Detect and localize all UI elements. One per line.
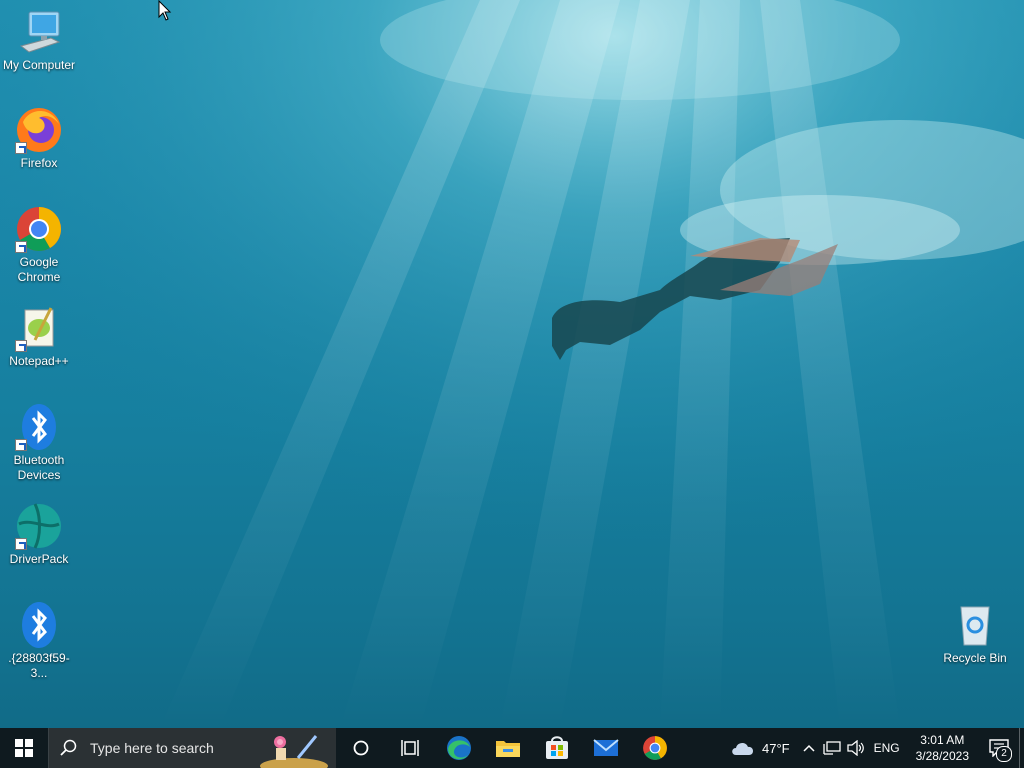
cortana-button[interactable] — [336, 728, 385, 768]
firefox-icon — [15, 106, 63, 154]
clock[interactable]: 3:01 AM 3/28/2023 — [906, 732, 979, 764]
recycle-bin-icon — [951, 601, 999, 649]
taskbar-search-box[interactable]: Type here to search — [48, 728, 336, 768]
desktop-icon-recycle-bin[interactable]: Recycle Bin — [937, 601, 1013, 666]
clock-time: 3:01 AM — [920, 733, 965, 747]
weather-widget[interactable]: 47°F — [730, 739, 790, 757]
chrome-icon — [642, 736, 667, 760]
shortcut-arrow-icon — [15, 340, 27, 352]
task-view-icon — [400, 740, 419, 756]
desktop-icon-label: Firefox — [20, 156, 58, 170]
taskbar-file-explorer-button[interactable] — [483, 728, 532, 768]
taskbar-mail-button[interactable] — [581, 728, 630, 768]
notification-count-badge: 2 — [996, 746, 1012, 762]
network-button[interactable] — [820, 740, 844, 756]
cortana-icon — [353, 740, 368, 756]
desktop-icon-label: .{28803f59-3... — [8, 651, 70, 680]
show-hidden-icons-button[interactable] — [798, 744, 820, 752]
underwater-wallpaper-art — [0, 0, 1024, 728]
shortcut-arrow-icon — [15, 241, 27, 253]
clock-date: 3/28/2023 — [915, 749, 969, 763]
shortcut-arrow-icon — [15, 142, 27, 154]
desktop-icon-label: Google Chrome — [17, 255, 61, 284]
show-desktop-button[interactable] — [1019, 728, 1024, 768]
mail-icon — [592, 739, 619, 756]
bluetooth-icon — [15, 601, 63, 649]
shortcut-arrow-icon — [15, 538, 27, 550]
shortcut-arrow-icon — [15, 439, 27, 451]
taskbar-chrome-button[interactable] — [630, 728, 679, 768]
taskbar-edge-button[interactable] — [434, 728, 483, 768]
search-highlight-illustration-icon — [260, 735, 328, 768]
desktop-wallpaper — [0, 0, 1024, 728]
weather-temperature: 47°F — [761, 740, 790, 756]
edge-icon — [446, 736, 471, 760]
search-placeholder: Type here to search — [90, 740, 214, 756]
desktop-icon-label: Notepad++ — [9, 354, 69, 368]
desktop-icon-firefox[interactable]: Firefox — [1, 106, 77, 171]
task-view-button[interactable] — [385, 728, 434, 768]
mouse-cursor-icon — [158, 0, 172, 21]
volume-button[interactable] — [844, 740, 868, 756]
desktop-icon-bluetooth-devices[interactable]: Bluetooth Devices — [1, 403, 77, 483]
taskbar-store-button[interactable] — [532, 728, 581, 768]
input-language-indicator[interactable]: ENG — [868, 741, 906, 755]
desktop-icon-my-computer[interactable]: My Computer — [1, 8, 77, 73]
windows-logo-icon — [15, 739, 33, 757]
start-button[interactable] — [0, 728, 48, 768]
taskbar: Type here to search 47°F ENG 3:01 AM 3/2… — [0, 728, 1024, 768]
file-explorer-icon — [495, 741, 520, 757]
system-tray: 47°F ENG 3:01 AM 3/28/2023 2 — [730, 728, 1024, 768]
bluetooth-icon — [15, 403, 63, 451]
search-icon — [60, 739, 77, 756]
desktop-icon-label: Recycle Bin — [943, 651, 1007, 665]
desktop-icon-label: Bluetooth Devices — [13, 453, 65, 482]
network-icon — [822, 741, 841, 755]
chevron-up-icon — [803, 744, 815, 752]
chrome-icon — [15, 205, 63, 253]
desktop-icon-driverpack[interactable]: DriverPack — [1, 502, 77, 567]
desktop-icon-google-chrome[interactable]: Google Chrome — [1, 205, 77, 285]
desktop-icon-label: My Computer — [2, 58, 76, 72]
notepadpp-icon — [15, 304, 63, 352]
speaker-icon — [846, 740, 864, 756]
action-center-button[interactable]: 2 — [979, 728, 1019, 768]
desktop-icon-notepadpp[interactable]: Notepad++ — [1, 304, 77, 369]
desktop-icon-bluetooth-guid[interactable]: .{28803f59-3... — [1, 601, 77, 681]
store-icon — [545, 736, 568, 759]
computer-icon — [15, 8, 63, 56]
cloud-icon — [732, 742, 754, 755]
driverpack-icon — [15, 502, 63, 550]
desktop-icon-label: DriverPack — [9, 552, 69, 566]
